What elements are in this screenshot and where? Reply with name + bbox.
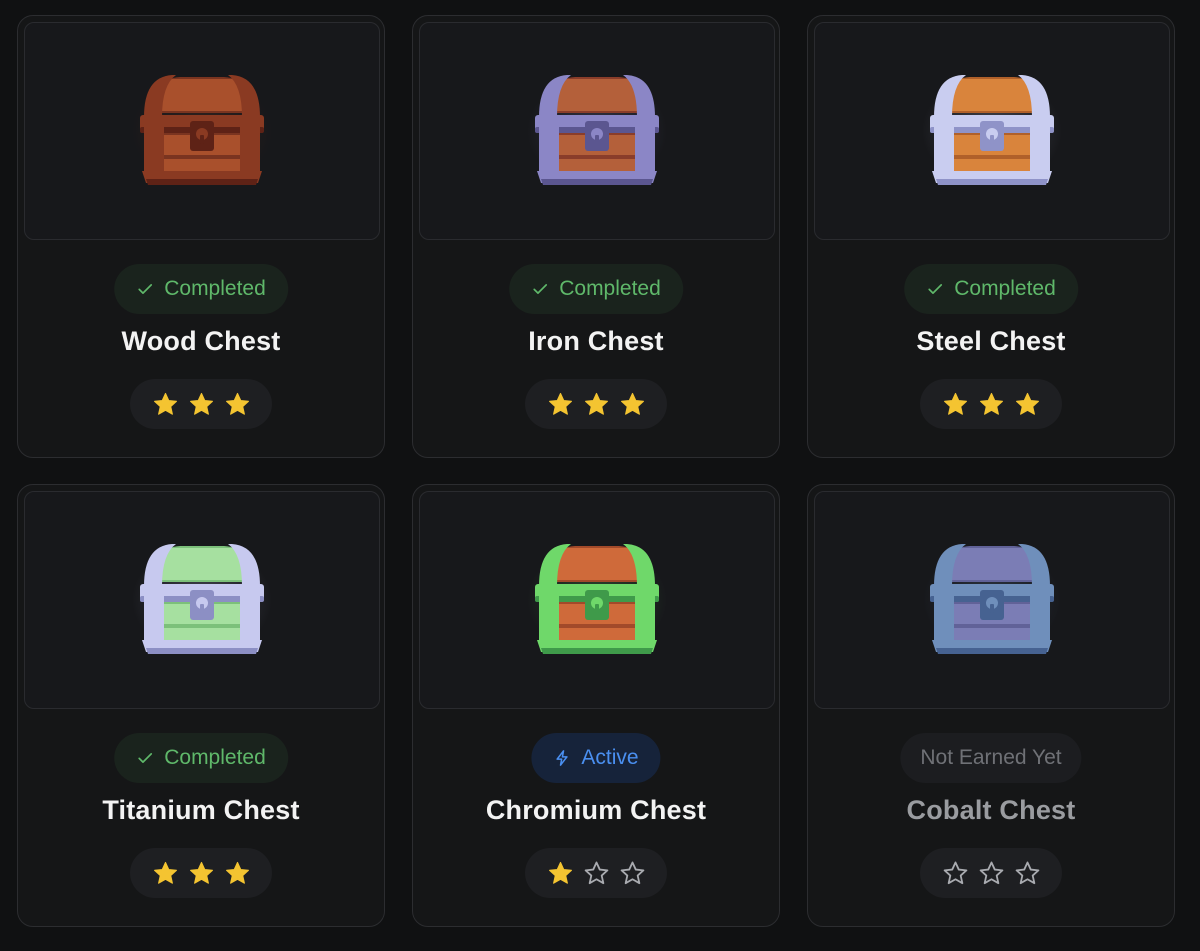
- star-filled-icon: [978, 391, 1005, 418]
- status-label: Completed: [954, 277, 1056, 300]
- star-empty-icon: [978, 860, 1005, 887]
- star-filled-icon: [152, 391, 179, 418]
- status-badge: Completed: [114, 733, 288, 783]
- star-filled-icon: [224, 391, 251, 418]
- chest-card[interactable]: Completed Titanium Chest: [17, 484, 385, 927]
- chest-title: Titanium Chest: [102, 795, 300, 825]
- chest-image: [132, 75, 272, 186]
- star-filled-icon: [1014, 391, 1041, 418]
- chest-card[interactable]: Completed Iron Chest: [412, 15, 780, 458]
- star-filled-icon: [152, 860, 179, 887]
- star-rating: [920, 848, 1062, 898]
- chest-image: [527, 544, 667, 655]
- chest-card[interactable]: Not Earned Yet Cobalt Chest: [807, 484, 1175, 927]
- chest-title: Steel Chest: [916, 326, 1066, 356]
- lightning-icon: [553, 747, 571, 769]
- chest-artwork: [419, 491, 775, 709]
- star-filled-icon: [547, 860, 574, 887]
- star-rating: [525, 379, 667, 429]
- status-label: Completed: [164, 277, 266, 300]
- status-label: Not Earned Yet: [920, 746, 1062, 769]
- status-badge: Completed: [509, 264, 683, 314]
- check-icon: [926, 280, 944, 298]
- star-filled-icon: [619, 391, 646, 418]
- chest-artwork: [24, 491, 380, 709]
- status-badge: Completed: [114, 264, 288, 314]
- status-label: Completed: [164, 746, 266, 769]
- star-rating: [920, 379, 1062, 429]
- chest-card[interactable]: Active Chromium Chest: [412, 484, 780, 927]
- star-rating: [525, 848, 667, 898]
- status-label: Active: [581, 746, 639, 769]
- star-filled-icon: [188, 391, 215, 418]
- chest-image: [922, 75, 1062, 186]
- chest-artwork: [24, 22, 380, 240]
- chest-card[interactable]: Completed Steel Chest: [807, 15, 1175, 458]
- chest-title: Chromium Chest: [485, 795, 707, 825]
- star-empty-icon: [583, 860, 610, 887]
- check-icon: [136, 749, 154, 767]
- status-badge: Completed: [904, 264, 1078, 314]
- star-filled-icon: [583, 391, 610, 418]
- star-filled-icon: [224, 860, 251, 887]
- chest-title: Wood Chest: [121, 326, 281, 356]
- chest-artwork: [814, 491, 1170, 709]
- chest-card[interactable]: Completed Wood Chest: [17, 15, 385, 458]
- status-badge: Active: [531, 733, 661, 783]
- star-empty-icon: [942, 860, 969, 887]
- star-filled-icon: [188, 860, 215, 887]
- chest-image: [922, 544, 1062, 655]
- chest-title: Cobalt Chest: [906, 795, 1076, 825]
- chest-artwork: [814, 22, 1170, 240]
- star-rating: [130, 379, 272, 429]
- chest-image: [132, 544, 272, 655]
- chest-image: [527, 75, 667, 186]
- star-filled-icon: [547, 391, 574, 418]
- status-label: Completed: [559, 277, 661, 300]
- check-icon: [531, 280, 549, 298]
- chest-title: Iron Chest: [528, 326, 664, 356]
- check-icon: [136, 280, 154, 298]
- star-empty-icon: [1014, 860, 1041, 887]
- chest-grid: Completed Wood Chest Completed Iron Chest Co…: [0, 0, 1200, 951]
- chest-artwork: [419, 22, 775, 240]
- star-empty-icon: [619, 860, 646, 887]
- star-filled-icon: [942, 391, 969, 418]
- status-badge: Not Earned Yet: [900, 733, 1082, 783]
- star-rating: [130, 848, 272, 898]
